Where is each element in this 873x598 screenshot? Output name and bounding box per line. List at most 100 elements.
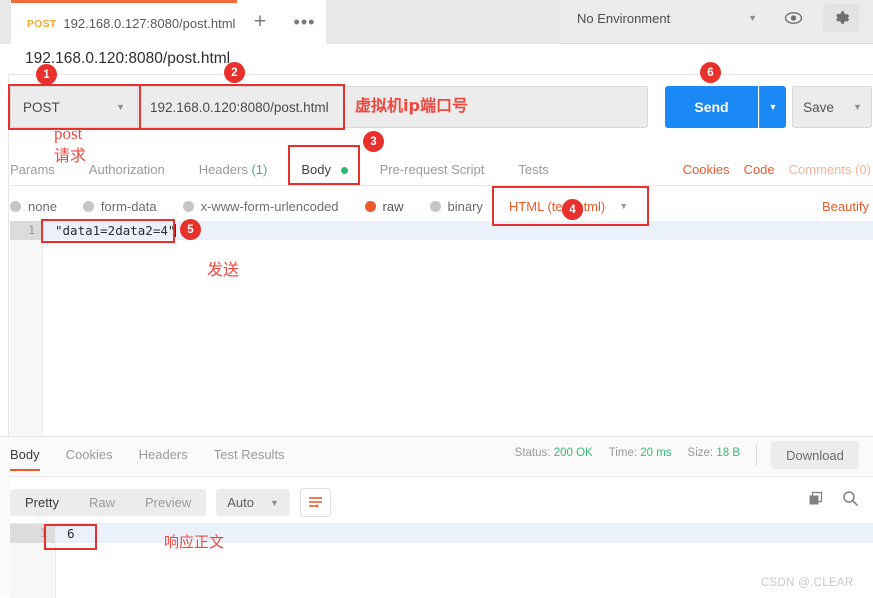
copy-button[interactable] — [808, 491, 824, 510]
request-body-text: "data1=2data2=4" — [55, 223, 177, 238]
copy-icon — [809, 491, 823, 504]
tab-pre-request-script[interactable]: Pre-request Script — [380, 162, 485, 177]
view-mode-preview-label: Preview — [144, 495, 192, 510]
response-tabs: Body Cookies Headers Test Results — [10, 442, 311, 475]
chevron-down-icon: ▼ — [768, 102, 778, 112]
watermark: CSDN @.CLEAR. — [760, 577, 857, 589]
request-subtabs: Params Authorization Headers (1) Body Pr… — [10, 153, 873, 186]
code-link[interactable]: Code — [744, 162, 775, 177]
response-tab-test-results[interactable]: Test Results — [214, 447, 285, 471]
send-button[interactable]: Send — [665, 86, 758, 128]
download-button-label: Download — [786, 447, 844, 463]
send-options-button[interactable]: ▼ — [759, 86, 786, 128]
body-type-urlencoded-label: x-www-form-urlencoded — [200, 198, 339, 214]
request-body-editor[interactable]: 1 "data1=2data2=4" — [10, 221, 873, 435]
top-tab-bar: POST 192.168.0.127:8080/post.html + ••• … — [0, 0, 873, 44]
environment-select[interactable]: No Environment ▼ — [567, 4, 767, 32]
size-value: 18 B — [716, 447, 740, 459]
tab-headers-count: (1) — [251, 161, 268, 177]
word-wrap-icon — [308, 497, 322, 508]
size-group: Size: 18 B — [688, 447, 740, 459]
search-button[interactable] — [842, 490, 859, 510]
radio-icon — [182, 200, 194, 212]
annotation-note-request: 请求 — [54, 146, 87, 165]
annotation-note-send: 发送 — [207, 260, 240, 279]
save-options-button[interactable]: ▼ — [844, 86, 872, 128]
annotation-note-vm-ip-port: 虚拟机ip端口号 — [355, 96, 468, 115]
status-badge: 200 OK — [553, 447, 593, 459]
chevron-down-icon: ▼ — [269, 497, 279, 508]
beautify-link[interactable]: Beautify — [822, 199, 869, 214]
time-group: Time: 20 ms — [609, 447, 672, 459]
gear-icon — [835, 10, 849, 24]
save-button[interactable]: Save — [792, 86, 845, 128]
body-type-binary[interactable]: binary — [429, 198, 483, 214]
request-tab[interactable]: POST 192.168.0.127:8080/post.html — [11, 0, 270, 44]
response-format-select[interactable]: Auto ▼ — [216, 489, 290, 516]
tab-headers-label: Headers — [198, 161, 248, 177]
tab-body-label: Body — [301, 161, 331, 177]
plus-icon: + — [253, 10, 267, 33]
left-edge-strip — [0, 74, 9, 436]
cookies-link[interactable]: Cookies — [683, 162, 730, 177]
http-method-select[interactable]: POST ▼ — [10, 86, 138, 128]
tab-pre-request-script-label: Pre-request Script — [379, 161, 485, 177]
body-type-raw[interactable]: raw — [364, 199, 404, 214]
tab-more-button[interactable]: ••• — [283, 0, 326, 44]
response-view-toolbar: Pretty Raw Preview Auto ▼ — [10, 488, 331, 517]
tab-authorization[interactable]: Authorization — [89, 162, 165, 177]
annotation-badge-5: 5 — [180, 219, 201, 240]
body-present-dot-icon — [340, 166, 348, 174]
chevron-down-icon: ▼ — [748, 13, 757, 23]
settings-button[interactable] — [823, 4, 859, 32]
view-mode-raw[interactable]: Raw — [74, 489, 130, 516]
annotation-badge-2: 2 — [224, 62, 245, 83]
response-tab-body-label: Body — [10, 446, 40, 462]
radio-icon — [10, 200, 21, 212]
request-utility-links: Cookies Code Comments (0) — [683, 162, 871, 177]
chevron-down-icon: ▼ — [116, 102, 125, 112]
tab-body[interactable]: Body — [301, 161, 348, 177]
download-button[interactable]: Download — [771, 441, 859, 469]
annotation-note-post: post — [54, 124, 83, 143]
tab-tests-label: Tests — [518, 161, 549, 177]
response-tab-body[interactable]: Body — [10, 447, 40, 471]
view-mode-preview[interactable]: Preview — [130, 489, 206, 516]
environment-quick-look-button[interactable] — [775, 4, 811, 32]
response-tab-headers-label: Headers — [138, 446, 188, 462]
body-type-form-data[interactable]: form-data — [82, 199, 157, 214]
response-format-value: Auto — [227, 495, 254, 510]
view-mode-pretty[interactable]: Pretty — [10, 489, 74, 516]
view-mode-raw-label: Raw — [88, 495, 115, 510]
comments-link[interactable]: Comments (0) — [789, 162, 871, 177]
body-type-urlencoded[interactable]: x-www-form-urlencoded — [182, 198, 339, 214]
radio-icon — [429, 200, 441, 212]
environment-selected-label: No Environment — [577, 10, 671, 26]
word-wrap-button[interactable] — [299, 488, 331, 517]
request-line-number: 1 — [10, 221, 42, 240]
response-body-editor[interactable]: 1 6 — [10, 523, 873, 598]
time-value: 20 ms — [640, 447, 672, 459]
response-view-mode-group: Pretty Raw Preview — [10, 489, 207, 516]
annotation-badge-4-dup: 4 — [562, 199, 583, 220]
tab-headers[interactable]: Headers (1) — [199, 162, 268, 177]
tab-params-label: Params — [10, 161, 55, 177]
body-type-none[interactable]: none — [10, 199, 57, 214]
annotation-note-response-body: 响应正文 — [164, 533, 225, 551]
send-button-label: Send — [694, 99, 729, 115]
url-bar: POST ▼ 192.168.0.120:8080/post.html — [10, 86, 648, 128]
meta-divider — [756, 444, 757, 466]
tab-tests[interactable]: Tests — [518, 162, 548, 177]
response-tab-headers[interactable]: Headers — [139, 447, 188, 471]
body-type-binary-label: binary — [447, 198, 483, 214]
request-title: 192.168.0.120:8080/post.html — [25, 50, 231, 67]
new-tab-button[interactable]: + — [237, 0, 283, 44]
response-tab-cookies-label: Cookies — [65, 446, 113, 462]
request-editor-gutter: 1 — [10, 221, 43, 435]
tab-params[interactable]: Params — [10, 162, 55, 177]
tab-authorization-label: Authorization — [88, 161, 165, 177]
beautify-label: Beautify — [822, 198, 869, 214]
save-button-label: Save — [803, 99, 834, 115]
response-tab-test-results-label: Test Results — [213, 446, 285, 462]
response-tab-cookies[interactable]: Cookies — [66, 447, 113, 471]
